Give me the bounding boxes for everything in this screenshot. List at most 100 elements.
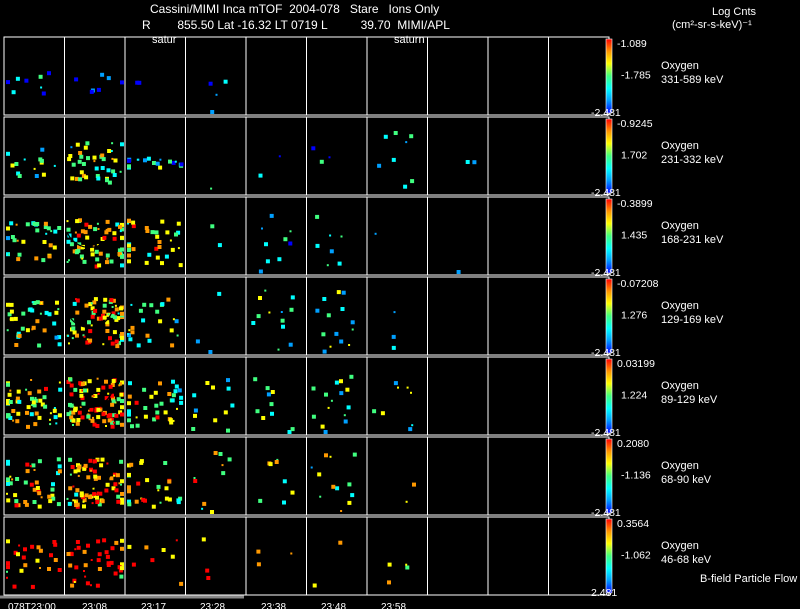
count-pixel (258, 269, 263, 274)
count-pixel (96, 491, 99, 494)
count-pixel (68, 486, 73, 491)
count-pixel (170, 343, 175, 348)
count-pixel (205, 568, 210, 573)
count-pixel (144, 545, 149, 550)
count-pixel (465, 160, 470, 164)
count-pixel (160, 261, 164, 266)
count-pixel (52, 245, 57, 250)
colorbar (605, 358, 613, 434)
time-tick-label: 23:17 (141, 602, 166, 609)
count-pixel (120, 332, 124, 336)
count-pixel (96, 558, 101, 563)
count-pixel (57, 226, 62, 230)
count-pixel (77, 410, 82, 415)
frame-r4-c8 (487, 356, 549, 436)
colorbar-max-label: -0.3899 (617, 198, 653, 210)
count-pixel (412, 482, 416, 487)
count-pixel (158, 319, 163, 324)
count-pixel (35, 486, 40, 490)
count-pixel (23, 480, 28, 485)
count-pixel (68, 377, 73, 382)
count-pixel (14, 499, 19, 504)
count-pixel (107, 418, 112, 423)
frame-r4-c9 (548, 356, 610, 436)
colorbar-mid-label: 1.702 (621, 150, 647, 162)
count-pixel (264, 242, 268, 247)
count-pixel (120, 80, 124, 85)
count-pixel (120, 566, 124, 571)
count-pixel (347, 500, 352, 505)
count-pixel (172, 318, 175, 321)
count-pixel (92, 487, 95, 490)
count-pixel (35, 558, 40, 563)
count-pixel (53, 415, 58, 420)
count-pixel (256, 562, 261, 567)
count-pixel (25, 462, 30, 467)
count-pixel (102, 315, 107, 320)
count-pixel (264, 289, 267, 292)
count-pixel (221, 464, 224, 467)
count-pixel (116, 499, 121, 504)
count-pixel (340, 510, 343, 512)
colorbar-min-label: 2.481 (591, 587, 617, 599)
colorbar-mid-label: 1.435 (621, 230, 647, 242)
frame-r2-c8 (487, 196, 549, 276)
count-pixel (105, 219, 110, 224)
count-pixel (66, 412, 71, 417)
count-pixel (176, 498, 181, 503)
count-pixel (327, 406, 330, 409)
count-pixel (393, 381, 398, 386)
count-pixel (6, 481, 10, 486)
energy-label: 46-68 keV (661, 554, 712, 566)
count-pixel (95, 583, 100, 588)
count-pixel (161, 548, 166, 552)
count-pixel (72, 424, 74, 426)
count-pixel (111, 379, 116, 383)
count-pixel (25, 328, 30, 333)
count-pixel (106, 462, 109, 465)
count-pixel (167, 392, 172, 396)
count-pixel (57, 469, 62, 474)
count-pixel (57, 568, 62, 572)
energy-label: 331-589 keV (661, 74, 724, 86)
count-pixel (108, 384, 113, 389)
count-pixel (15, 76, 20, 81)
count-pixel (171, 379, 175, 384)
count-pixel (23, 500, 28, 504)
count-pixel (163, 461, 168, 465)
frame-r5-c9 (548, 436, 610, 516)
count-pixel (93, 474, 98, 479)
count-pixel (119, 306, 123, 311)
count-pixel (391, 157, 396, 162)
count-pixel (352, 452, 357, 457)
count-pixel (27, 391, 32, 396)
count-pixel (39, 158, 44, 163)
count-pixel (41, 91, 46, 96)
count-pixel (149, 303, 154, 308)
count-pixel (20, 326, 25, 331)
count-pixel (90, 469, 92, 472)
count-pixel (44, 386, 48, 391)
count-pixel (397, 386, 399, 389)
count-pixel (68, 154, 73, 158)
count-pixel (113, 474, 116, 477)
count-pixel (107, 149, 112, 153)
count-pixel (411, 424, 414, 427)
count-pixel (195, 339, 200, 344)
count-pixel (136, 343, 141, 348)
frame-r5-c4 (245, 436, 307, 516)
count-pixel (109, 560, 114, 565)
count-pixel (21, 555, 26, 560)
frame-r1-c2 (124, 116, 186, 196)
frame-r3-c3 (185, 276, 247, 356)
count-pixel (277, 257, 282, 262)
count-pixel (105, 253, 110, 258)
count-pixel (77, 474, 80, 477)
count-pixel (251, 321, 256, 325)
count-pixel (210, 224, 215, 229)
count-pixel (47, 567, 51, 571)
count-pixel (280, 311, 283, 313)
count-pixel (102, 309, 107, 314)
count-pixel (157, 489, 160, 492)
count-pixel (90, 247, 95, 252)
